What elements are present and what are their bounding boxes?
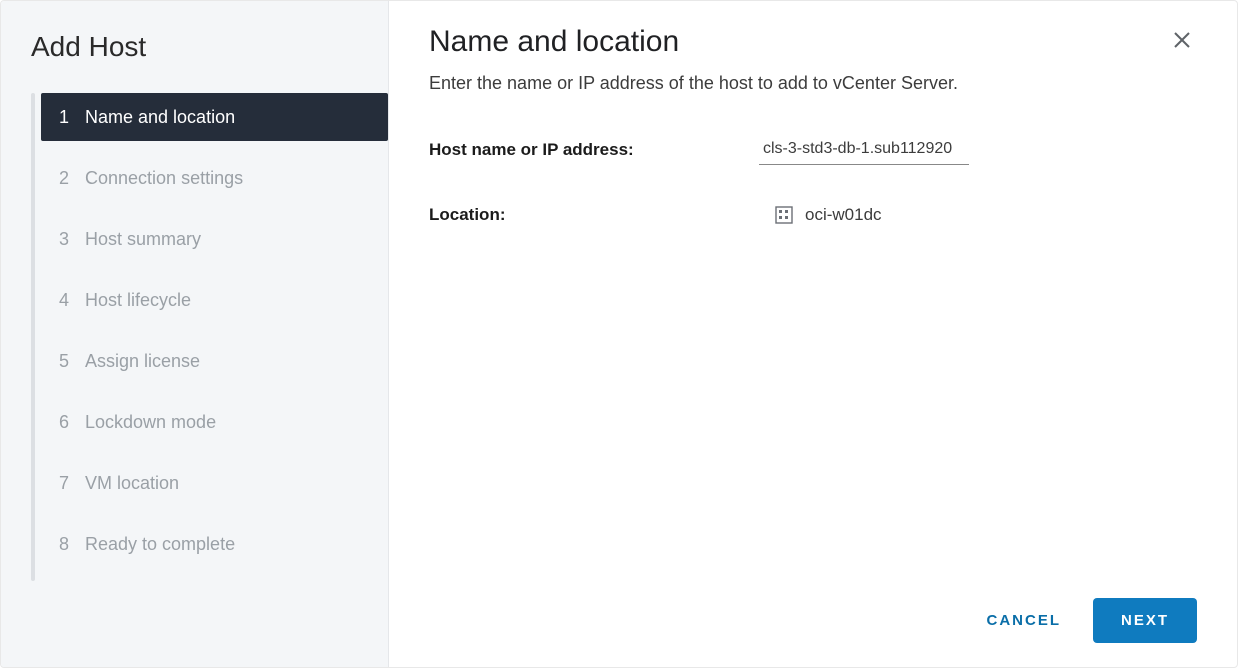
wizard-content: Name and location Enter the name or IP a…: [389, 1, 1237, 667]
step-number: 5: [59, 351, 79, 372]
content-header: Name and location: [429, 25, 1197, 73]
wizard-title: Add Host: [1, 25, 388, 93]
wizard-steps: 1 Name and location 2 Connection setting…: [31, 93, 388, 581]
host-label: Host name or IP address:: [429, 140, 759, 160]
cancel-button[interactable]: CANCEL: [976, 600, 1071, 641]
step-label: Ready to complete: [85, 534, 235, 555]
step-number: 8: [59, 534, 79, 555]
step-assign-license[interactable]: 5 Assign license: [31, 337, 388, 385]
step-host-summary[interactable]: 3 Host summary: [31, 215, 388, 263]
page-title: Name and location: [429, 25, 679, 59]
add-host-wizard: Add Host 1 Name and location 2 Connectio…: [0, 0, 1238, 668]
location-row: Location: oci-w01dc: [429, 205, 1197, 225]
step-label: Connection settings: [85, 168, 243, 189]
page-subtitle: Enter the name or IP address of the host…: [429, 73, 1197, 94]
wizard-sidebar: Add Host 1 Name and location 2 Connectio…: [1, 1, 389, 667]
location-text: oci-w01dc: [805, 205, 882, 225]
step-lockdown-mode[interactable]: 6 Lockdown mode: [31, 398, 388, 446]
step-number: 2: [59, 168, 79, 189]
host-row: Host name or IP address:: [429, 134, 1197, 165]
step-number: 6: [59, 412, 79, 433]
next-button[interactable]: NEXT: [1093, 598, 1197, 643]
step-connection-settings[interactable]: 2 Connection settings: [31, 154, 388, 202]
step-number: 3: [59, 229, 79, 250]
host-name-input[interactable]: [759, 134, 969, 165]
step-host-lifecycle[interactable]: 4 Host lifecycle: [31, 276, 388, 324]
location-value: oci-w01dc: [759, 205, 882, 225]
wizard-footer: CANCEL NEXT: [429, 598, 1197, 643]
step-ready-to-complete[interactable]: 8 Ready to complete: [31, 520, 388, 568]
step-label: VM location: [85, 473, 179, 494]
location-label: Location:: [429, 205, 759, 225]
step-number: 4: [59, 290, 79, 311]
step-vm-location[interactable]: 7 VM location: [31, 459, 388, 507]
close-button[interactable]: [1167, 25, 1197, 59]
step-name-and-location[interactable]: 1 Name and location: [41, 93, 388, 141]
step-label: Host lifecycle: [85, 290, 191, 311]
close-icon: [1173, 31, 1191, 49]
step-label: Name and location: [85, 107, 235, 128]
datacenter-icon: [775, 206, 793, 224]
step-number: 7: [59, 473, 79, 494]
step-number: 1: [59, 107, 79, 128]
step-label: Host summary: [85, 229, 201, 250]
step-label: Assign license: [85, 351, 200, 372]
step-label: Lockdown mode: [85, 412, 216, 433]
